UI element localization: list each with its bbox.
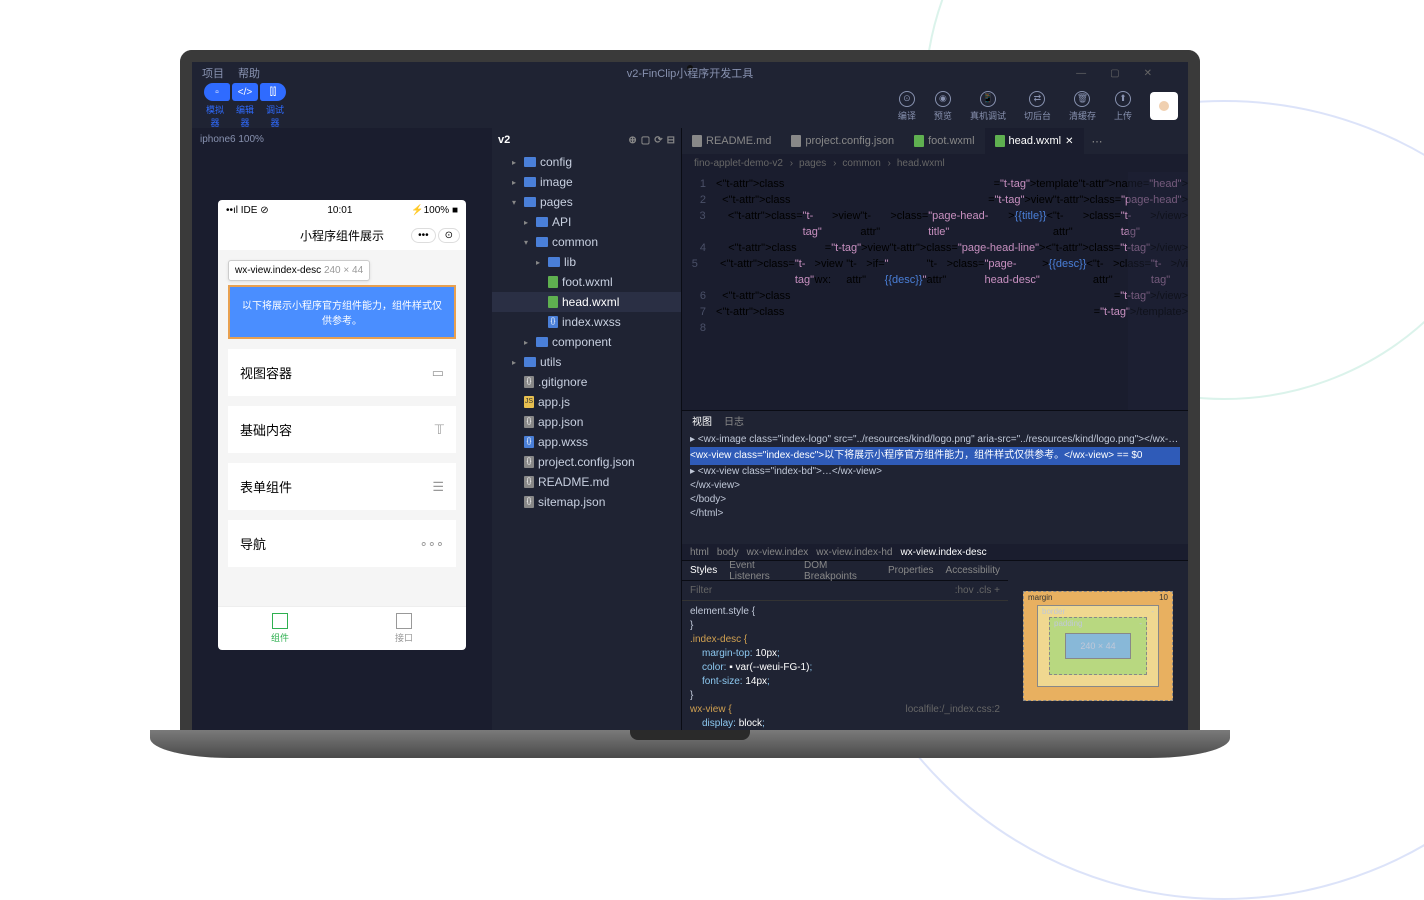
file-.gitignore[interactable]: {}.gitignore [492, 372, 681, 392]
inspect-tooltip: wx-view.index-desc 240 × 44 [228, 260, 370, 281]
css-rules[interactable]: element.style {}.index-desc {</span></di… [682, 601, 1008, 730]
minimap[interactable] [1128, 172, 1188, 410]
tab-head.wxml[interactable]: head.wxml✕ [985, 128, 1084, 154]
menu-project[interactable]: 项目 [202, 65, 224, 81]
list-item[interactable]: 表单组件☰ [228, 463, 456, 510]
tab-project.config.json[interactable]: project.config.json [781, 128, 904, 154]
filter-input[interactable]: Filter [690, 585, 712, 596]
phone-preview: ••ıl IDE ⊘ 10:01 ⚡100% ■ 小程序组件展示 ••• ⊙ [218, 200, 466, 650]
laptop-frame: 项目 帮助 v2-FinClip小程序开发工具 — ▢ ✕ ▫ </> ⫿⫿ 模… [150, 50, 1230, 790]
folder-component[interactable]: ▸component [492, 332, 681, 352]
close-icon[interactable]: ✕ [1144, 68, 1152, 79]
toolbar-真机调试[interactable]: 📱真机调试 [970, 91, 1006, 122]
simulator-label: 模拟器 [202, 103, 228, 129]
breadcrumb: fino-applet-demo-v2pagescommonhead.wxml [682, 154, 1188, 172]
phone-statusbar: ••ıl IDE ⊘ 10:01 ⚡100% ■ [218, 200, 466, 220]
debugger-label: 调试器 [262, 103, 288, 129]
device-label: iphone6 100% [192, 128, 492, 150]
style-tab[interactable]: DOM Breakpoints [804, 560, 876, 582]
phone-tab[interactable]: 接口 [342, 607, 466, 650]
box-model: margin10 border- padding- 240 × 44 [1008, 561, 1188, 730]
selected-element[interactable]: 以下将展示小程序官方组件能力，组件样式仅供参考。 [228, 285, 456, 339]
file-foot.wxml[interactable]: foot.wxml [492, 272, 681, 292]
toolbar-预览[interactable]: ◉预览 [934, 91, 952, 122]
list-item[interactable]: 导航∘∘∘ [228, 520, 456, 567]
folder-utils[interactable]: ▸utils [492, 352, 681, 372]
file-project.config.json[interactable]: {}project.config.json [492, 452, 681, 472]
style-tab[interactable]: Properties [888, 565, 934, 576]
new-file-icon[interactable]: ⊕ [628, 135, 636, 146]
screen: 项目 帮助 v2-FinClip小程序开发工具 — ▢ ✕ ▫ </> ⫿⫿ 模… [180, 50, 1200, 730]
project-root: v2 [498, 134, 510, 146]
toolbar-上传[interactable]: ⬆上传 [1114, 91, 1132, 122]
file-head.wxml[interactable]: head.wxml [492, 292, 681, 312]
laptop-base [150, 730, 1230, 758]
folder-API[interactable]: ▸API [492, 212, 681, 232]
menu-help[interactable]: 帮助 [238, 65, 260, 81]
window-title: v2-FinClip小程序开发工具 [627, 65, 754, 81]
file-app.wxss[interactable]: {}app.wxss [492, 432, 681, 452]
tab-README.md[interactable]: README.md [682, 128, 781, 154]
avatar[interactable] [1150, 92, 1178, 120]
maximize-icon[interactable]: ▢ [1110, 68, 1119, 79]
minimize-icon[interactable]: — [1076, 68, 1086, 79]
file-index.wxss[interactable]: {}index.wxss [492, 312, 681, 332]
devtools-tab-log[interactable]: 日志 [724, 413, 744, 428]
list-item[interactable]: 基础内容𝕋 [228, 406, 456, 453]
simulator-panel: iphone6 100% ••ıl IDE ⊘ 10:01 ⚡100% ■ 小程… [192, 128, 492, 730]
file-explorer: v2 ⊕ ▢ ⟳ ⊟ ▸config▸image▾pages▸API▾commo… [492, 128, 682, 730]
file-app.js[interactable]: JSapp.js [492, 392, 681, 412]
element-path[interactable]: htmlbodywx-view.indexwx-view.index-hdwx-… [682, 544, 1188, 560]
editor-panel: README.mdproject.config.jsonfoot.wxmlhea… [682, 128, 1188, 730]
close-circle-icon[interactable]: ⊙ [438, 228, 460, 243]
phone-tab[interactable]: 组件 [218, 607, 342, 650]
new-folder-icon[interactable]: ▢ [641, 135, 650, 146]
folder-image[interactable]: ▸image [492, 172, 681, 192]
folder-common[interactable]: ▾common [492, 232, 681, 252]
more-icon[interactable]: ••• [411, 228, 436, 243]
phone-title: 小程序组件展示 ••• ⊙ [218, 220, 466, 250]
collapse-icon[interactable]: ⊟ [667, 135, 675, 146]
toolbar-清缓存[interactable]: 🗑清缓存 [1069, 91, 1096, 122]
elements-tree[interactable]: ▸ <wx-image class="index-logo" src="../r… [682, 429, 1188, 544]
list-item[interactable]: 视图容器▭ [228, 349, 456, 396]
hov-cls-toggle[interactable]: :hov .cls + [955, 585, 1000, 596]
style-tab[interactable]: Event Listeners [729, 560, 792, 582]
debugger-toggle[interactable]: ⫿⫿ [260, 83, 286, 101]
simulator-toggle[interactable]: ▫ [204, 83, 230, 101]
editor-label: 编辑器 [232, 103, 258, 129]
file-sitemap.json[interactable]: {}sitemap.json [492, 492, 681, 512]
folder-config[interactable]: ▸config [492, 152, 681, 172]
file-app.json[interactable]: {}app.json [492, 412, 681, 432]
file-README.md[interactable]: {}README.md [492, 472, 681, 492]
style-tab[interactable]: Styles [690, 565, 717, 576]
code-editor[interactable]: 1<"t-attr">class="t-tag">template "t-att… [682, 172, 1188, 410]
tab-foot.wxml[interactable]: foot.wxml [904, 128, 984, 154]
refresh-icon[interactable]: ⟳ [654, 135, 662, 146]
toolbar-编译[interactable]: ⊙编译 [898, 91, 916, 122]
folder-pages[interactable]: ▾pages [492, 192, 681, 212]
folder-lib[interactable]: ▸lib [492, 252, 681, 272]
editor-toggle[interactable]: </> [232, 83, 258, 101]
style-tab[interactable]: Accessibility [946, 565, 1000, 576]
menubar: 项目 帮助 v2-FinClip小程序开发工具 — ▢ ✕ [192, 62, 1188, 84]
toolbar: ▫ </> ⫿⫿ 模拟器 编辑器 调试器 ⊙编译 ◉预览 📱真机调试 ⇄切后台 🗑清缓存… [192, 84, 1188, 128]
tab-more[interactable]: ⋯ [1084, 128, 1111, 154]
devtools: 视图 日志 ▸ <wx-image class="index-logo" src… [682, 410, 1188, 730]
devtools-tab-view[interactable]: 视图 [692, 413, 712, 428]
toolbar-切后台[interactable]: ⇄切后台 [1024, 91, 1051, 122]
